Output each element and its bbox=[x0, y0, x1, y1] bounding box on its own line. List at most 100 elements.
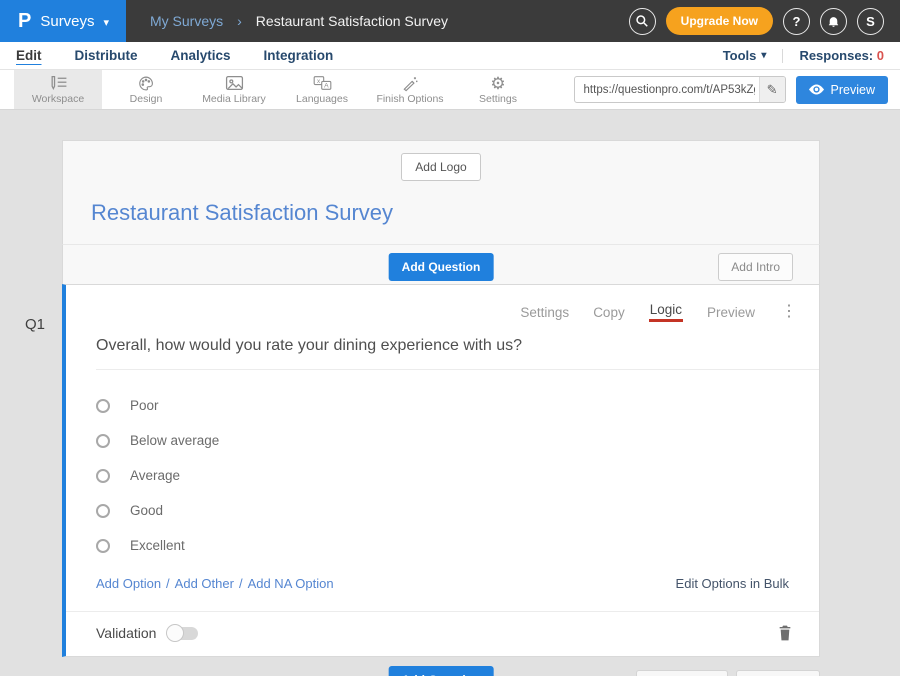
tools-menu[interactable]: Tools ▾ bbox=[723, 48, 767, 63]
translate-icon: xA bbox=[313, 74, 332, 92]
question-number: Q1 bbox=[25, 316, 45, 333]
avatar-initial: S bbox=[866, 14, 875, 29]
toolbar-label: Media Library bbox=[202, 93, 266, 105]
radio-icon[interactable] bbox=[96, 399, 110, 413]
notifications-button[interactable] bbox=[820, 8, 847, 35]
toolbar-item-finish-options[interactable]: Finish Options bbox=[366, 70, 454, 109]
option-label: Average bbox=[130, 468, 180, 483]
add-intro-button[interactable]: Add Intro bbox=[718, 253, 793, 281]
nav-tabs: Edit Distribute Analytics Integration bbox=[16, 48, 333, 63]
option-links-row: Add Option / Add Other / Add NA Option E… bbox=[66, 563, 819, 611]
add-question-row-bottom: Add Question ✂ Page Break Separator bbox=[62, 666, 820, 676]
toolbar-item-settings[interactable]: ⚙ Settings bbox=[454, 70, 542, 109]
question-mark-icon: ? bbox=[793, 14, 801, 29]
tab-distribute[interactable]: Distribute bbox=[75, 48, 138, 63]
vertical-divider bbox=[782, 49, 783, 63]
radio-icon[interactable] bbox=[96, 469, 110, 483]
page-break-button[interactable]: ✂ Page Break bbox=[636, 670, 728, 676]
caret-down-icon: ▾ bbox=[104, 16, 110, 29]
option-row-average[interactable]: Average bbox=[96, 458, 789, 493]
delete-question-button[interactable] bbox=[778, 625, 792, 641]
radio-icon[interactable] bbox=[96, 539, 110, 553]
responses-counter[interactable]: Responses: 0 bbox=[799, 48, 884, 63]
bell-icon bbox=[827, 15, 840, 28]
toolbar-item-languages[interactable]: xA Languages bbox=[278, 70, 366, 109]
separator-button[interactable]: Separator bbox=[736, 670, 820, 676]
chevron-right-icon: › bbox=[237, 13, 242, 29]
option-row-below-average[interactable]: Below average bbox=[96, 423, 789, 458]
question-preview-link[interactable]: Preview bbox=[707, 305, 755, 320]
question-block-q1: Settings Copy Logic Preview ⋮ Overall, h… bbox=[62, 284, 820, 657]
toolbar-label: Settings bbox=[479, 93, 517, 105]
survey-title[interactable]: Restaurant Satisfaction Survey bbox=[91, 200, 791, 226]
tools-label: Tools bbox=[723, 48, 757, 63]
validation-toggle[interactable] bbox=[168, 627, 198, 640]
tab-edit[interactable]: Edit bbox=[16, 48, 42, 63]
survey-card: Add Logo Restaurant Satisfaction Survey … bbox=[62, 140, 820, 676]
tab-analytics[interactable]: Analytics bbox=[171, 48, 231, 63]
radio-icon[interactable] bbox=[96, 434, 110, 448]
toolbar-item-design[interactable]: Design bbox=[102, 70, 190, 109]
toolbar-items: Workspace Design Media Library xA Langua… bbox=[14, 70, 542, 109]
add-question-button-bottom[interactable]: Add Question bbox=[389, 666, 494, 676]
option-row-poor[interactable]: Poor bbox=[96, 388, 789, 423]
add-question-button-top[interactable]: Add Question bbox=[389, 253, 494, 281]
toolbar-item-workspace[interactable]: Workspace bbox=[14, 70, 102, 109]
svg-text:A: A bbox=[324, 83, 329, 90]
add-logo-button[interactable]: Add Logo bbox=[401, 153, 480, 181]
edit-url-button[interactable]: ✎ bbox=[759, 77, 785, 102]
edit-options-in-bulk-link[interactable]: Edit Options in Bulk bbox=[676, 576, 789, 591]
question-copy-link[interactable]: Copy bbox=[593, 305, 625, 320]
add-question-row-top: Add Question Add Intro bbox=[62, 244, 820, 284]
breadcrumb: My Surveys › Restaurant Satisfaction Sur… bbox=[150, 13, 448, 29]
breadcrumb-my-surveys[interactable]: My Surveys bbox=[150, 13, 223, 29]
option-add-links: Add Option / Add Other / Add NA Option bbox=[96, 576, 334, 591]
option-label: Poor bbox=[130, 398, 159, 413]
search-button[interactable] bbox=[629, 8, 656, 35]
add-na-option-link[interactable]: Add NA Option bbox=[248, 576, 334, 591]
option-row-excellent[interactable]: Excellent bbox=[96, 528, 789, 563]
upgrade-now-button[interactable]: Upgrade Now bbox=[666, 7, 773, 35]
toolbar-right: ✎ Preview bbox=[574, 70, 888, 109]
toolbar-label: Languages bbox=[296, 93, 348, 105]
magic-wand-icon bbox=[401, 74, 419, 92]
toolbar-label: Finish Options bbox=[376, 93, 443, 105]
questionpro-logo-icon: P bbox=[18, 11, 31, 31]
survey-editor-canvas: Q1 Add Logo Restaurant Satisfaction Surv… bbox=[0, 110, 900, 676]
nav-right: Tools ▾ Responses: 0 bbox=[723, 48, 884, 63]
header-actions: Upgrade Now ? S bbox=[629, 7, 884, 35]
pencil-icon: ✎ bbox=[767, 82, 778, 97]
question-text-field[interactable]: Overall, how would you rate your dining … bbox=[96, 337, 819, 370]
option-label: Good bbox=[130, 503, 163, 518]
editor-toolbar: Workspace Design Media Library xA Langua… bbox=[0, 70, 900, 110]
validation-row: Validation bbox=[66, 611, 819, 656]
image-icon bbox=[225, 74, 244, 92]
gear-icon: ⚙ bbox=[490, 74, 505, 92]
product-name: Surveys bbox=[40, 13, 94, 30]
survey-url-input[interactable] bbox=[574, 76, 786, 103]
workspace-icon bbox=[49, 74, 68, 92]
option-row-good[interactable]: Good bbox=[96, 493, 789, 528]
toolbar-label: Design bbox=[130, 93, 163, 105]
toolbar-item-media-library[interactable]: Media Library bbox=[190, 70, 278, 109]
question-logic-link[interactable]: Logic bbox=[649, 302, 683, 322]
question-text: Overall, how would you rate your dining … bbox=[96, 337, 522, 354]
product-switcher[interactable]: P Surveys ▾ bbox=[0, 0, 126, 42]
slash-separator: / bbox=[239, 576, 243, 591]
more-options-icon[interactable]: ⋮ bbox=[781, 304, 797, 320]
option-label: Excellent bbox=[130, 538, 185, 553]
question-settings-link[interactable]: Settings bbox=[520, 305, 569, 320]
caret-down-icon: ▾ bbox=[761, 50, 766, 61]
preview-button[interactable]: Preview bbox=[796, 76, 888, 104]
add-option-link[interactable]: Add Option bbox=[96, 576, 161, 591]
add-other-link[interactable]: Add Other bbox=[175, 576, 234, 591]
account-avatar[interactable]: S bbox=[857, 8, 884, 35]
answer-options-list: Poor Below average Average Good Excellen… bbox=[66, 370, 819, 563]
radio-icon[interactable] bbox=[96, 504, 110, 518]
svg-text:x: x bbox=[316, 78, 320, 85]
tab-integration[interactable]: Integration bbox=[264, 48, 334, 63]
help-button[interactable]: ? bbox=[783, 8, 810, 35]
trash-icon bbox=[778, 625, 792, 641]
survey-header-section: Add Logo Restaurant Satisfaction Survey bbox=[62, 140, 820, 244]
toggle-knob bbox=[166, 624, 184, 642]
